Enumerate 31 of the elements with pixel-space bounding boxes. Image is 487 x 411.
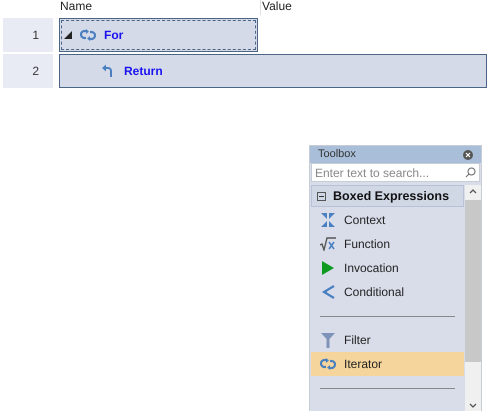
row-number: 2 [3,54,53,88]
panel-title: Toolbox [318,147,356,162]
search-field[interactable]: Enter text to search... [311,163,480,182]
funnel-icon [320,332,334,348]
toolbox-item[interactable]: Invocation [311,256,464,280]
node-label: For [104,27,124,44]
node-label: Return [124,63,163,80]
scrollbar[interactable] [465,185,481,411]
column-header[interactable]: Value [260,0,292,15]
close-icon[interactable] [463,150,473,160]
column-header[interactable]: Name [60,0,260,15]
return-arrow-icon [102,64,114,78]
toolbox-item[interactable]: Conditional [311,280,464,304]
tree-node[interactable]: Return [59,54,487,88]
search-icon[interactable] [465,167,476,178]
scrollbar-thumb[interactable] [465,200,481,362]
row-number: 1 [3,18,53,52]
toolbox-item[interactable]: Filter [311,328,464,352]
toolbox-item[interactable]: Iterator [311,352,464,376]
square-root-icon [320,237,336,251]
collapse-icon[interactable] [317,192,326,200]
collapse-triangle-icon[interactable] [64,31,72,39]
branch-icon [320,285,334,299]
group-header[interactable]: Boxed Expressions [311,185,464,207]
loop-arrows-icon [80,28,96,42]
tree-node[interactable]: For [59,18,258,52]
inward-arrows-icon [320,213,334,227]
loop-arrows-icon [320,357,336,371]
play-icon [320,261,334,275]
toolbox-item[interactable]: Function [311,232,464,256]
toolbox-item[interactable]: Context [311,208,464,232]
